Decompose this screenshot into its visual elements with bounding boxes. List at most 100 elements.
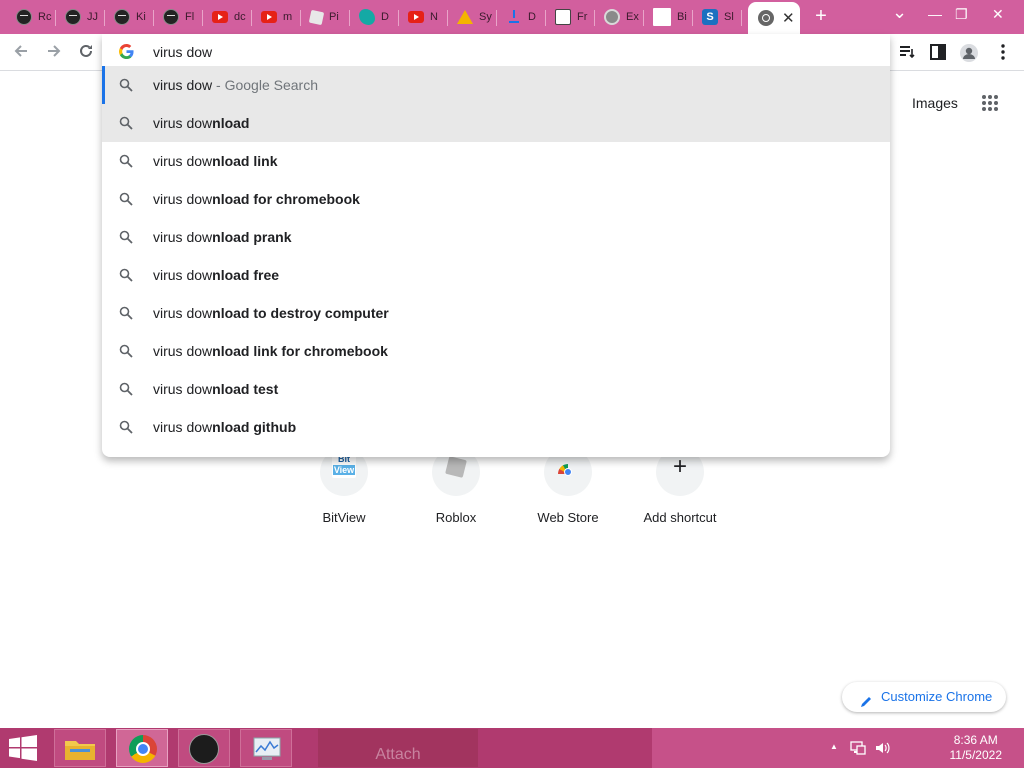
windows-taskbar: Attach ▲ 8:36 AM 11/5/2022 [0,728,1024,768]
tab-11[interactable]: Fr [546,4,595,30]
taskbar-chrome[interactable] [116,729,168,767]
suggestion-item[interactable]: virus download for chromebook [102,180,890,218]
suggestion-item[interactable]: virus download [102,104,890,142]
suggestion-text: virus dow - Google Search [153,77,318,93]
search-icon [119,306,133,320]
suggestion-item[interactable]: virus download github [102,408,890,446]
search-icon [119,78,133,92]
suggestion-completion: nload for chromebook [212,191,360,207]
tab-2[interactable]: Ki [105,4,154,30]
suggestion-prefix: virus dow [153,419,213,435]
tab-4[interactable]: dc [203,4,252,30]
attach-button[interactable]: Attach [318,729,478,767]
suggestion-item[interactable]: virus download to destroy computer [102,294,890,332]
taskbar-file-explorer[interactable] [54,729,106,767]
tab-10[interactable]: D [497,4,546,30]
tab-7[interactable]: D [350,4,399,30]
profile-avatar-icon[interactable] [959,43,978,62]
images-link[interactable]: Images [912,95,958,111]
tab-title: Rc [38,11,52,23]
tab-title: dc [234,11,246,23]
clock-date: 11/5/2022 [949,748,1003,762]
tab-title: D [381,11,389,23]
suggestion-text: virus download github [153,419,296,435]
suggestion-prefix: virus dow [153,153,213,169]
suggestion-completion: nload to destroy computer [212,305,389,321]
suggestion-text: virus download [153,115,249,131]
teal-app-icon [359,9,375,25]
tab-9[interactable]: Sy [448,4,497,30]
chrome-menu-icon[interactable] [994,43,1012,61]
taskbar-wrd-app[interactable] [178,729,230,767]
suggestion-prefix: virus dow [153,267,213,283]
suggestion-item[interactable]: virus dow - Google Search [102,66,890,104]
show-hidden-icons[interactable]: ▲ [830,742,838,751]
taskbar-monitor-app[interactable] [240,729,292,767]
tab-14[interactable]: S Sl [693,4,742,30]
tab-title: m [283,11,293,23]
reading-list-icon[interactable] [898,43,916,61]
tab-0[interactable]: Rc [7,4,56,30]
shortcut-web-store[interactable]: Web Store [518,448,618,525]
suggestion-completion: nload prank [212,229,292,245]
back-arrow-icon[interactable] [12,42,30,63]
suggestion-completion: nload test [212,381,279,397]
suggestion-item[interactable]: virus download free [102,256,890,294]
wordpress-icon [555,9,571,25]
reload-icon[interactable] [77,42,95,63]
tab-title: Ex [626,11,639,23]
suggestion-text: virus download free [153,267,279,283]
search-icon [119,154,133,168]
new-tab-button[interactable]: + [810,6,832,26]
suggestion-text: virus download link [153,153,277,169]
taskbar-clock[interactable]: 8:36 AM 11/5/2022 [950,733,1003,763]
globe-icon [604,9,620,25]
shortcut-bitview[interactable]: Bit View BitView [294,448,394,525]
bitview-icon [653,8,671,26]
suggestion-item[interactable]: virus download link for chromebook [102,332,890,370]
suggestion-item[interactable]: virus download prank [102,218,890,256]
tab-title: N [430,11,438,23]
network-icon[interactable] [850,740,866,761]
close-window-button[interactable]: ✕ [992,6,1004,23]
suggestion-item[interactable]: virus download link [102,142,890,180]
shortcut-label: Roblox [435,510,477,525]
wrd-icon [114,9,130,25]
roblox-icon [308,9,325,25]
tab-new-tab-active[interactable]: ✕ [748,2,800,34]
clock-time: 8:36 AM [953,733,998,747]
windows-start-icon[interactable] [9,735,37,766]
suggestion-prefix: virus dow [153,77,213,93]
shortcut-label: Add shortcut [643,510,717,525]
search-icon [119,344,133,358]
tab-3[interactable]: Fl [154,4,203,30]
tab-1[interactable]: JJ [56,4,105,30]
side-panel-icon[interactable] [929,43,947,61]
suggestion-completion: nload link [212,153,278,169]
s-app-icon: S [702,9,718,25]
google-apps-icon[interactable] [981,94,999,117]
tab-13[interactable]: Bi [644,4,693,30]
shortcut-add[interactable]: + Add shortcut [630,448,730,525]
wrd-icon [16,9,32,25]
volume-icon[interactable] [874,740,890,761]
tab-search-icon[interactable]: ⌄ [892,2,907,23]
shortcut-roblox[interactable]: Roblox [406,448,506,525]
suggestion-completion: nload free [212,267,280,283]
suggestion-completion: nload [212,115,250,131]
omnibox-text[interactable]: virus dow [153,44,212,60]
restore-button[interactable]: ❐ [955,6,968,23]
omnibox-input[interactable]: virus dow [102,34,890,70]
customize-chrome-button[interactable]: Customize Chrome [842,682,1006,712]
minimize-button[interactable]: — [928,6,942,22]
folder-icon [64,737,96,766]
tab-6[interactable]: Pi [301,4,350,30]
close-tab-icon[interactable]: ✕ [782,11,795,26]
suggestion-item[interactable]: virus download test [102,370,890,408]
tab-12[interactable]: Ex [595,4,644,30]
forward-arrow-icon[interactable] [45,42,63,63]
tab-8[interactable]: N [399,4,448,30]
tab-5[interactable]: m [252,4,301,30]
wrd-icon [189,734,219,764]
suggestion-prefix: virus dow [153,229,213,245]
